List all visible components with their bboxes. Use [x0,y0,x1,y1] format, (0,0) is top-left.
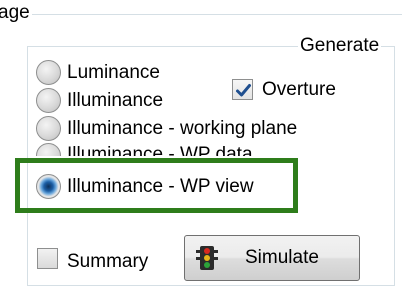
traffic-light-icon [196,246,218,270]
summary-checkbox[interactable] [37,248,58,269]
radio-label: Illuminance - working plane [67,118,298,139]
highlight-box [15,158,298,213]
radio-button[interactable] [36,60,61,85]
outer-groupbox-title: age [0,2,32,24]
summary-label: Summary [67,251,149,272]
overture-checkbox[interactable] [232,79,253,100]
radio-button[interactable] [36,88,61,113]
radio-label: Illuminance - WP data [67,144,253,156]
simulate-label: Simulate [245,247,319,268]
generate-groupbox-title: Generate [298,35,382,57]
radio-label: Luminance [67,62,160,83]
radio-illuminance-wp-data[interactable]: Illuminance - WP data [0,143,402,156]
radio-button[interactable] [36,143,61,156]
overture-label: Overture [262,79,336,100]
radio-button[interactable] [36,116,61,141]
radio-label: Illuminance [67,90,164,111]
check-icon [236,84,251,97]
simulate-button[interactable]: Simulate [184,235,360,281]
